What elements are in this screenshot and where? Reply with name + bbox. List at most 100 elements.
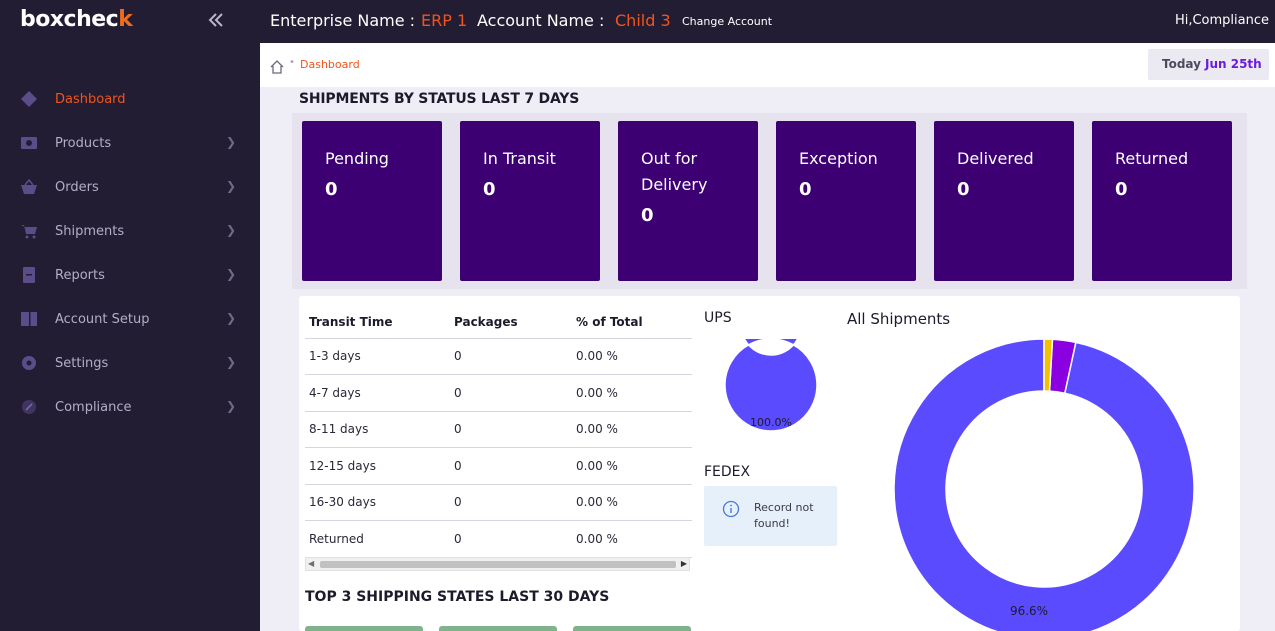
status-card-in-transit[interactable]: In Transit 0 — [460, 121, 600, 281]
breadcrumb-dashboard[interactable]: Dashboard — [300, 58, 360, 71]
account-value: Child 3 — [615, 11, 671, 30]
sidebar-item-label: Products — [55, 135, 112, 151]
sidebar-item-shipments[interactable]: Shipments ❯ — [0, 209, 260, 253]
sidebar-nav: Dashboard Products ❯ Orders ❯ Shipments … — [0, 77, 260, 429]
table-cell: 0 — [450, 484, 572, 521]
table-cell: 0.00 % — [572, 484, 692, 521]
table-cell: 0 — [450, 411, 572, 448]
status-card-returned[interactable]: Returned 0 — [1092, 121, 1232, 281]
table-row: 8-11 days 0 0.00 % — [305, 411, 692, 448]
account-label: Account Name : — [477, 11, 605, 30]
sidebar-item-settings[interactable]: Settings ❯ — [0, 341, 260, 385]
chevron-right-icon: ❯ — [226, 267, 237, 281]
status-card-exception[interactable]: Exception 0 — [776, 121, 916, 281]
status-card-delivered[interactable]: Delivered 0 — [934, 121, 1074, 281]
today-label: Today — [1162, 57, 1201, 71]
sidebar-item-dashboard[interactable]: Dashboard — [0, 77, 260, 121]
home-icon[interactable] — [270, 59, 284, 74]
table-cell: 0.00 % — [572, 447, 692, 485]
all-shipments-donut-chart: 96.6% — [893, 339, 1195, 631]
analytics-panel: Transit Time Packages % of Total 1-3 day… — [299, 296, 1240, 631]
logo[interactable]: boxcheck — [20, 7, 133, 32]
all-shipments-title: All Shipments — [847, 310, 951, 328]
table-cell: 1-3 days — [305, 338, 450, 375]
chevron-right-icon: ❯ — [226, 179, 237, 193]
state-card[interactable] — [305, 626, 423, 631]
sidebar-item-orders[interactable]: Orders ❯ — [0, 165, 260, 209]
status-card-label: Delivered — [957, 149, 1034, 168]
sidebar-item-label: Dashboard — [55, 91, 126, 107]
sidebar-item-account-setup[interactable]: Account Setup ❯ — [0, 297, 260, 341]
enterprise-value: ERP 1 — [421, 11, 468, 30]
table-row: 16-30 days 0 0.00 % — [305, 484, 692, 521]
status-card-value: 0 — [799, 179, 812, 200]
sidebar-item-products[interactable]: Products ❯ — [0, 121, 260, 165]
status-card-label: Out for Delivery — [641, 149, 708, 194]
sidebar: boxcheck Dashboard Products ❯ Orders ❯ S… — [0, 0, 260, 631]
sidebar-item-label: Compliance — [55, 399, 132, 415]
transit-time-table: Transit Time Packages % of Total 1-3 day… — [305, 306, 692, 558]
top-bar: Enterprise Name : ERP 1 Account Name : C… — [260, 0, 1275, 43]
table-cell: 12-15 days — [305, 447, 450, 485]
table-header-row: Transit Time Packages % of Total — [305, 306, 692, 339]
scrollbar-thumb[interactable] — [320, 561, 676, 568]
table-row: Returned 0 0.00 % — [305, 520, 692, 558]
status-card-value: 0 — [641, 205, 654, 226]
fedex-title: FEDEX — [704, 464, 751, 480]
sidebar-item-label: Settings — [55, 355, 109, 371]
change-account-link[interactable]: Change Account — [682, 15, 772, 28]
chevron-right-icon: ❯ — [226, 311, 237, 325]
sidebar-item-compliance[interactable]: Compliance ❯ — [0, 385, 260, 429]
enterprise-label: Enterprise Name : — [270, 11, 416, 30]
diamond-icon — [20, 90, 38, 108]
state-card[interactable] — [439, 626, 557, 631]
status-card-pending[interactable]: Pending 0 — [302, 121, 442, 281]
chevron-right-icon: ❯ — [226, 355, 237, 369]
ups-title: UPS — [704, 310, 732, 326]
status-card-label: Pending — [325, 149, 389, 168]
sidebar-item-reports[interactable]: Reports ❯ — [0, 253, 260, 297]
today-date-box: Today Jun 25th — [1148, 49, 1269, 80]
horizontal-scrollbar[interactable]: ◀ ▶ — [305, 557, 690, 571]
sidebar-item-label: Shipments — [55, 223, 125, 239]
column-header-packages: Packages — [450, 306, 572, 339]
table-cell: 8-11 days — [305, 411, 450, 448]
scroll-left-icon[interactable]: ◀ — [308, 559, 314, 568]
compliance-icon — [20, 398, 38, 416]
status-card-value: 0 — [483, 179, 496, 200]
status-card-label: Exception — [799, 149, 878, 168]
scroll-right-icon[interactable]: ▶ — [681, 559, 687, 568]
status-card-value: 0 — [1115, 179, 1128, 200]
table-cell: 0.00 % — [572, 338, 692, 375]
user-greeting[interactable]: Hi,Compliance — [1175, 13, 1269, 28]
state-card[interactable] — [573, 626, 691, 631]
column-header-transit-time: Transit Time — [305, 306, 450, 339]
account-setup-icon — [20, 310, 38, 328]
table-cell: 4-7 days — [305, 374, 450, 412]
table-cell: 0 — [450, 520, 572, 558]
column-header-percent: % of Total — [572, 306, 692, 339]
report-icon — [20, 266, 38, 284]
info-icon — [722, 500, 740, 518]
status-card-label: In Transit — [483, 149, 556, 168]
table-cell: 0 — [450, 447, 572, 485]
status-card-out-for-delivery[interactable]: Out for Delivery 0 — [618, 121, 758, 281]
logo-text: boxchec — [20, 7, 119, 32]
table-row: 1-3 days 0 0.00 % — [305, 338, 692, 375]
top-states-title: TOP 3 SHIPPING STATES LAST 30 DAYS — [305, 589, 610, 605]
double-chevron-left-icon[interactable] — [205, 9, 227, 31]
status-card-value: 0 — [325, 179, 338, 200]
basket-icon — [20, 178, 38, 196]
chevron-right-icon: ❯ — [226, 223, 237, 237]
status-card-label: Returned — [1115, 149, 1189, 168]
table-cell: Returned — [305, 520, 450, 558]
fedex-empty-alert: Record not found! — [704, 486, 837, 546]
sidebar-item-label: Reports — [55, 267, 105, 283]
table-cell: 0.00 % — [572, 411, 692, 448]
sidebar-item-label: Orders — [55, 179, 99, 195]
table-cell: 16-30 days — [305, 484, 450, 521]
table-row: 4-7 days 0 0.00 % — [305, 374, 692, 412]
sidebar-item-label: Account Setup — [55, 311, 150, 327]
chevron-right-icon: ❯ — [226, 399, 237, 413]
logo-tick: k — [118, 7, 133, 32]
